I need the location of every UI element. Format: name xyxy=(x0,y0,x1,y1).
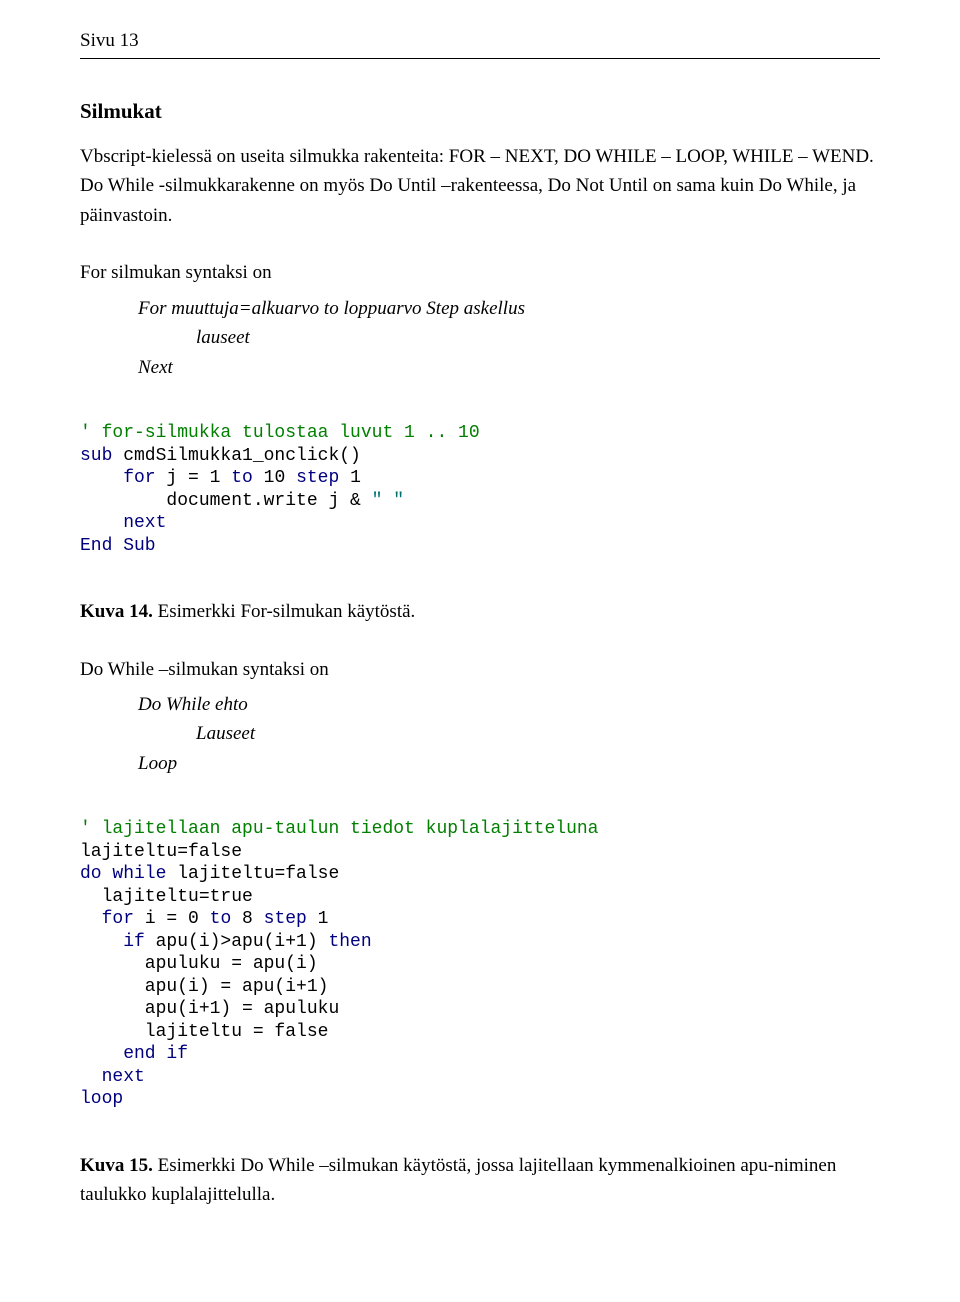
for-syntax-line2: lauseet xyxy=(80,323,880,352)
dowhile-syntax-title: Do While –silmukan syntaksi on xyxy=(80,655,880,684)
header-rule xyxy=(80,58,880,59)
for-syntax-title: For silmukan syntaksi on xyxy=(80,258,880,287)
for-syntax-block: For muuttuja=alkuarvo to loppuarvo Step … xyxy=(80,294,880,382)
page: Sivu 13 Silmukat Vbscript-kielessä on us… xyxy=(0,0,960,1272)
dowhile-syntax-block: Do While ehto Lauseet Loop xyxy=(80,690,880,778)
caption-2: Kuva 15. Esimerkki Do While –silmukan kä… xyxy=(80,1151,880,1210)
code-example-1: ' for-silmukka tulostaa luvut 1 .. 10 su… xyxy=(80,422,880,557)
dowhile-syntax-line2: Lauseet xyxy=(80,719,880,748)
for-syntax-line1: For muuttuja=alkuarvo to loppuarvo Step … xyxy=(80,294,880,323)
dowhile-syntax-line3: Loop xyxy=(80,749,880,778)
intro-paragraph: Vbscript-kielessä on useita silmukka rak… xyxy=(80,142,880,230)
for-syntax-line3: Next xyxy=(80,353,880,382)
caption-1: Kuva 14. Esimerkki For-silmukan käytöstä… xyxy=(80,597,880,626)
section-title: Silmukat xyxy=(80,99,880,124)
code-example-2: ' lajitellaan apu-taulun tiedot kuplalaj… xyxy=(80,818,880,1111)
page-number: Sivu 13 xyxy=(80,30,880,52)
dowhile-syntax-line1: Do While ehto xyxy=(80,690,880,719)
